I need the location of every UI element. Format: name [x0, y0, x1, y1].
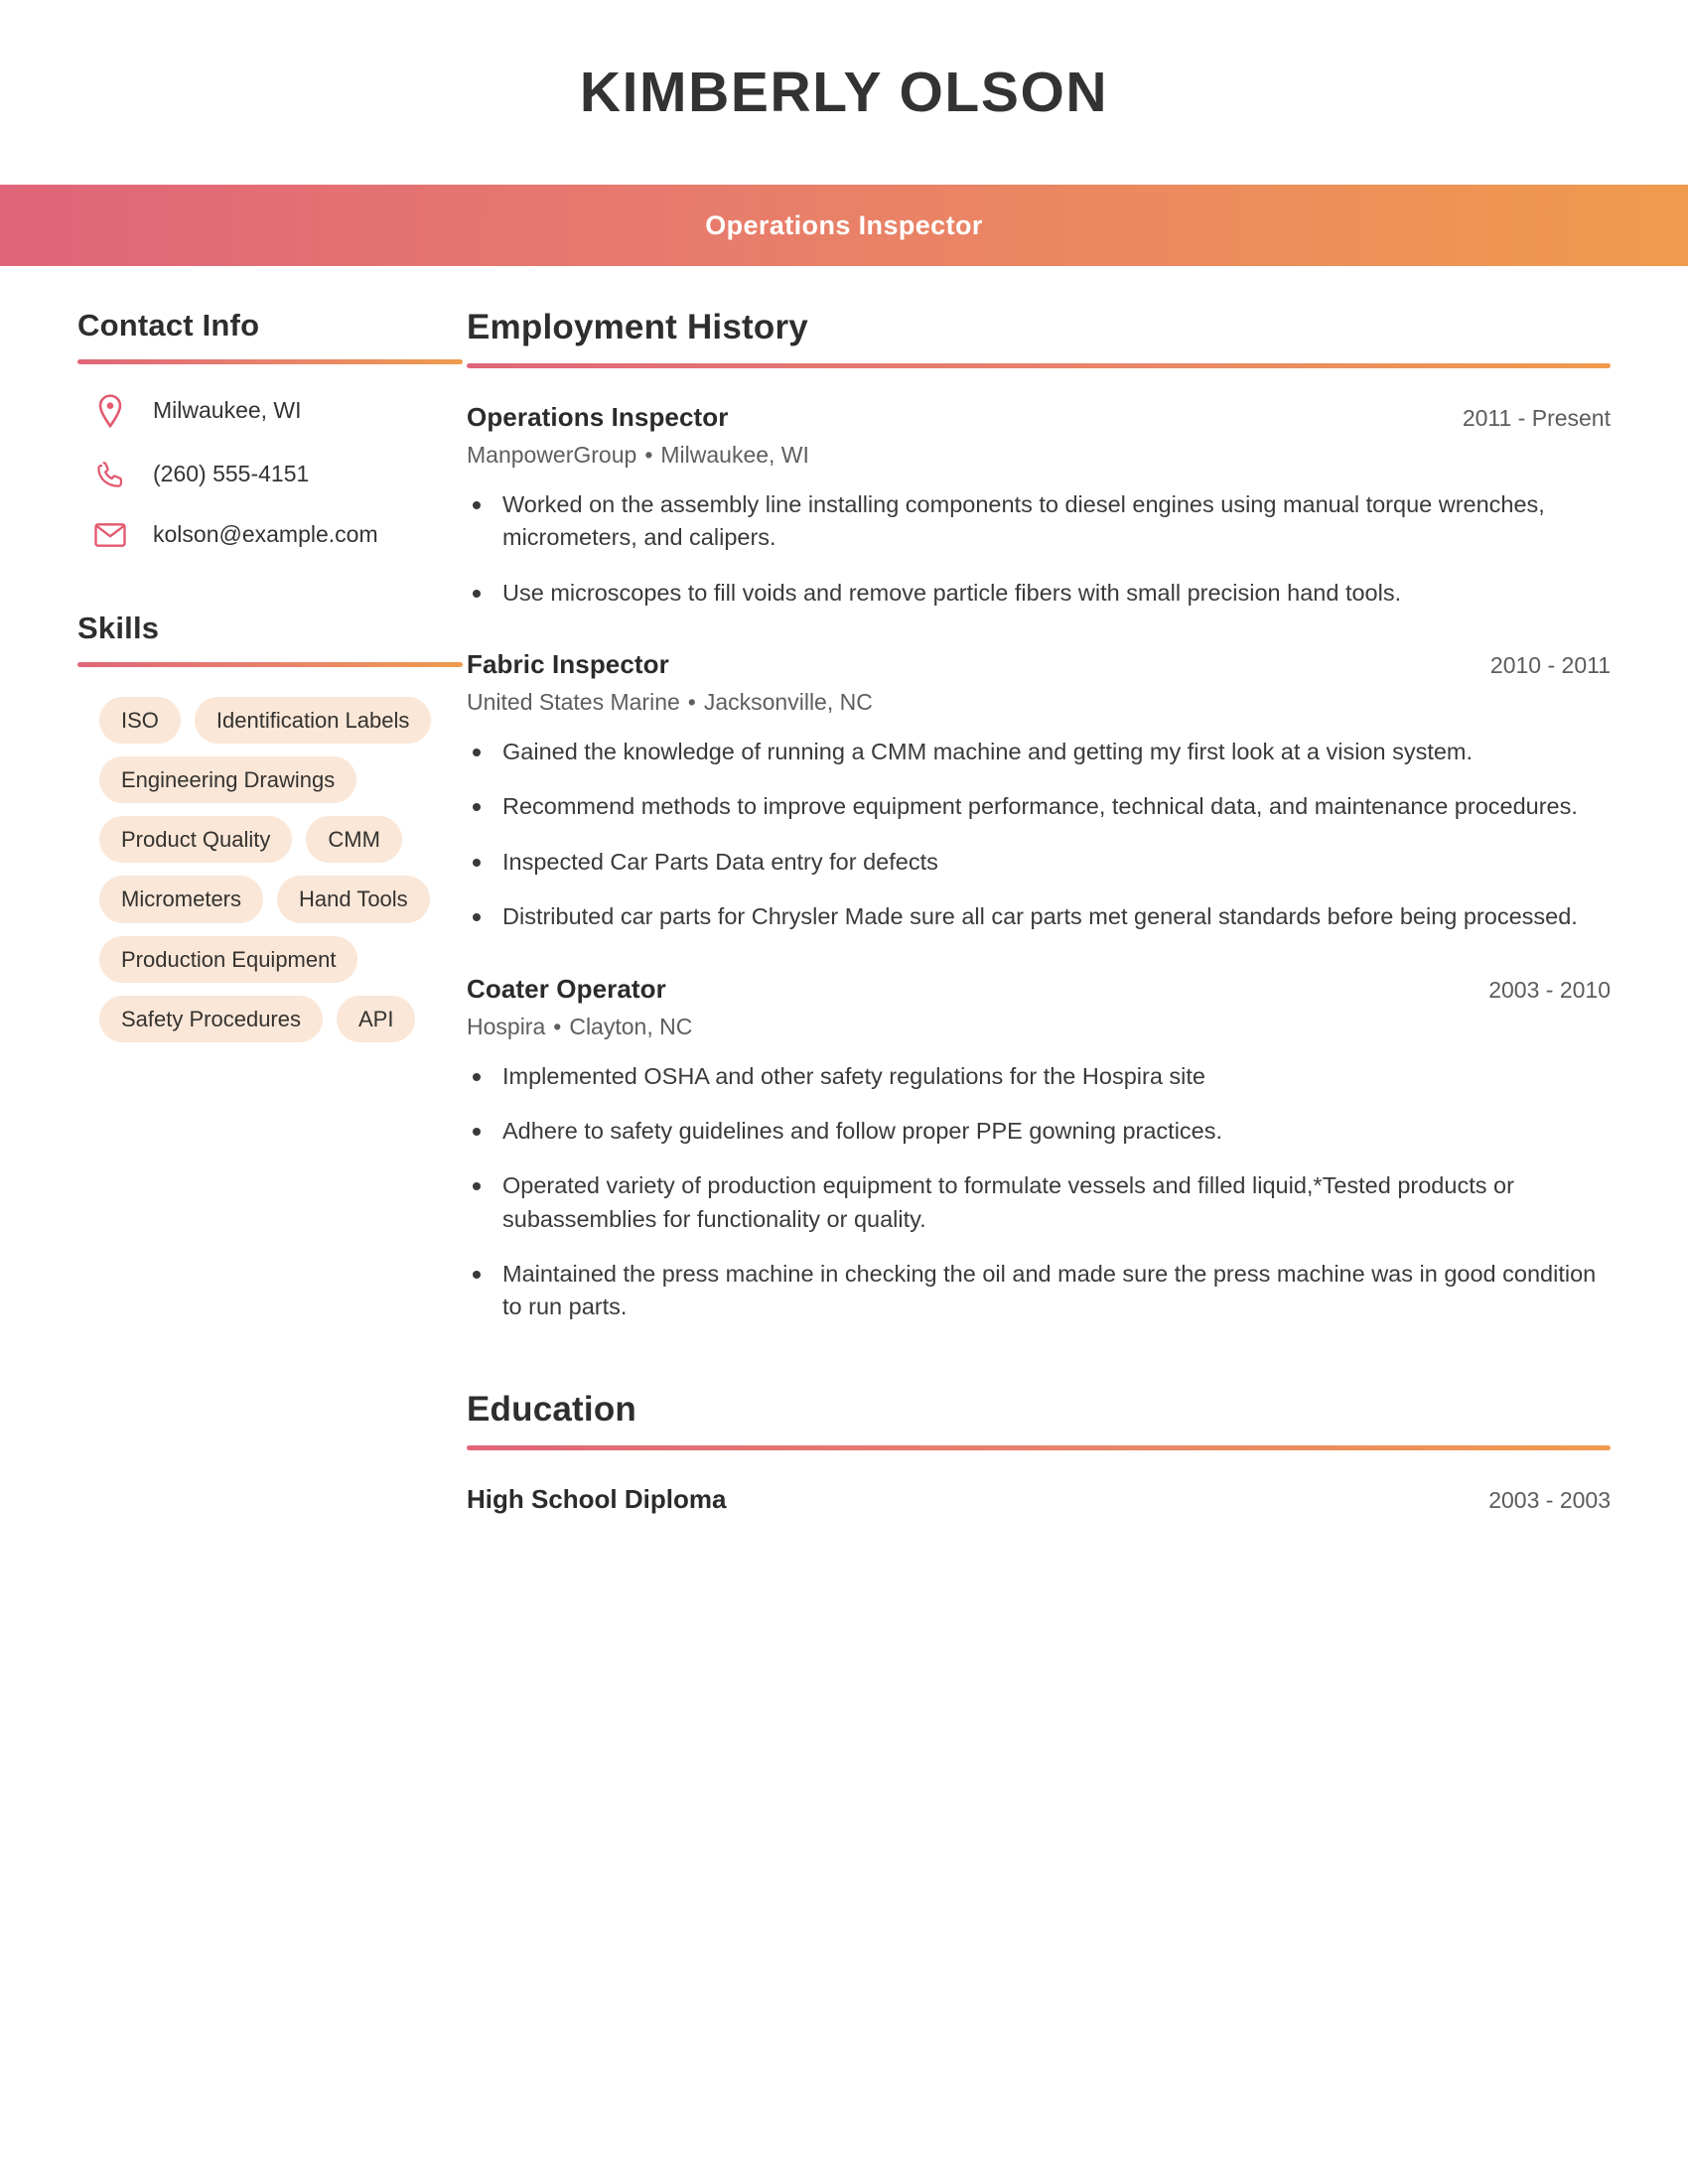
job-title-band: Operations Inspector	[0, 185, 1688, 266]
skill-chip: Identification Labels	[194, 696, 432, 744]
contact-phone-value: (260) 555-4151	[153, 461, 310, 487]
education-degree: High School Diploma	[467, 1483, 727, 1514]
skill-chip: Micrometers	[99, 876, 264, 923]
job-header: Coater Operator 2003 - 2010	[467, 974, 1611, 1005]
skill-chip: Engineering Drawings	[99, 755, 357, 804]
job-company-location: United States Marine • Jacksonville, NC	[467, 689, 1611, 716]
envelope-icon	[91, 522, 129, 548]
skills-list: ISO Identification Labels Engineering Dr…	[77, 696, 437, 1043]
job-dates: 2010 - 2011	[1489, 652, 1611, 679]
resume-body: Contact Info Milwaukee, WI (260) 555-415…	[0, 266, 1688, 1515]
job-entry: Operations Inspector 2011 - Present Manp…	[467, 402, 1611, 610]
job-title: Operations Inspector	[467, 402, 729, 432]
job-bullet-list: Implemented OSHA and other safety regula…	[467, 1060, 1611, 1324]
resume-page: KIMBERLY OLSON Operations Inspector Cont…	[0, 0, 1688, 2184]
main-content: Employment History Operations Inspector …	[467, 308, 1688, 1515]
skills-divider	[77, 661, 463, 667]
job-title-band-label: Operations Inspector	[705, 209, 983, 240]
job-entry: Coater Operator 2003 - 2010 Hospira • Clay…	[467, 974, 1611, 1324]
job-bullet: Distributed car parts for Chrysler Made …	[467, 900, 1611, 933]
job-company: United States Marine	[467, 689, 680, 716]
education-divider	[467, 1444, 1611, 1450]
contact-location-value: Milwaukee, WI	[153, 397, 302, 424]
employment-history-section: Employment History Operations Inspector …	[467, 308, 1611, 1324]
job-bullet: Recommend methods to improve equipment p…	[467, 790, 1611, 823]
employment-history-divider	[467, 363, 1611, 368]
education-heading: Education	[467, 1389, 636, 1429]
contact-info-section: Contact Info Milwaukee, WI (260) 555-415…	[77, 308, 463, 549]
job-location: Jacksonville, NC	[703, 689, 873, 716]
employment-history-heading: Employment History	[467, 308, 808, 346]
job-entry: Fabric Inspector 2010 - 2011 United Stat…	[467, 649, 1611, 933]
job-header: Operations Inspector 2011 - Present	[467, 402, 1611, 433]
skill-chip: Production Equipment	[99, 935, 358, 984]
phone-icon	[91, 460, 129, 489]
sidebar: Contact Info Milwaukee, WI (260) 555-415…	[0, 308, 467, 1043]
job-bullet: Implemented OSHA and other safety regula…	[467, 1060, 1611, 1093]
job-dates: 2011 - Present	[1462, 405, 1611, 431]
contact-email-value: kolson@example.com	[153, 521, 378, 547]
job-bullet: Adhere to safety guidelines and follow p…	[467, 1115, 1611, 1148]
job-bullet: Gained the knowledge of running a CMM ma…	[467, 736, 1611, 768]
contact-item-email: kolson@example.com	[77, 521, 437, 549]
contact-list: Milwaukee, WI (260) 555-4151 kolson@exam…	[77, 394, 437, 549]
job-title: Fabric Inspector	[467, 649, 669, 680]
page-title: KIMBERLY OLSON	[579, 61, 1109, 124]
meta-separator: •	[553, 1013, 562, 1039]
contact-item-phone: (260) 555-4151	[77, 460, 437, 489]
contact-info-heading: Contact Info	[77, 308, 260, 342]
skill-chip: Hand Tools	[277, 876, 430, 923]
skill-chip: Safety Procedures	[99, 996, 323, 1043]
job-bullet: Worked on the assembly line installing c…	[467, 488, 1611, 555]
job-bullet: Use microscopes to fill voids and remove…	[467, 577, 1611, 610]
job-location: Clayton, NC	[569, 1013, 693, 1039]
skills-heading: Skills	[77, 610, 160, 645]
meta-separator: •	[687, 689, 696, 716]
job-company-location: ManpowerGroup • Milwaukee, WI	[467, 442, 1611, 469]
skill-chip: API	[336, 996, 416, 1043]
job-bullet-list: Worked on the assembly line installing c…	[467, 488, 1611, 610]
job-dates: 2003 - 2010	[1488, 976, 1611, 1003]
skill-chip: ISO	[99, 696, 181, 744]
job-bullet: Inspected Car Parts Data entry for defec…	[467, 846, 1611, 879]
education-entry: High School Diploma 2003 - 2003	[467, 1484, 1611, 1515]
resume-header: KIMBERLY OLSON	[0, 0, 1688, 185]
job-location: Milwaukee, WI	[660, 442, 809, 468]
meta-separator: •	[644, 442, 653, 468]
skill-chip: Product Quality	[99, 816, 293, 864]
job-bullet: Operated variety of production equipment…	[467, 1169, 1611, 1236]
skill-chip: CMM	[306, 816, 402, 864]
skills-section: Skills ISO Identification Labels Enginee…	[77, 610, 463, 1043]
contact-item-location: Milwaukee, WI	[77, 394, 437, 428]
job-bullet-list: Gained the knowledge of running a CMM ma…	[467, 736, 1611, 933]
contact-info-divider	[77, 359, 463, 364]
location-pin-icon	[91, 394, 129, 428]
job-company-location: Hospira • Clayton, NC	[467, 1014, 1611, 1040]
education-section: Education High School Diploma 2003 - 200…	[467, 1390, 1611, 1515]
job-title: Coater Operator	[467, 973, 666, 1004]
job-header: Fabric Inspector 2010 - 2011	[467, 649, 1611, 680]
job-company: ManpowerGroup	[467, 442, 637, 468]
job-bullet: Maintained the press machine in checking…	[467, 1258, 1611, 1324]
education-dates: 2003 - 2003	[1488, 1486, 1611, 1513]
job-company: Hospira	[467, 1013, 546, 1039]
